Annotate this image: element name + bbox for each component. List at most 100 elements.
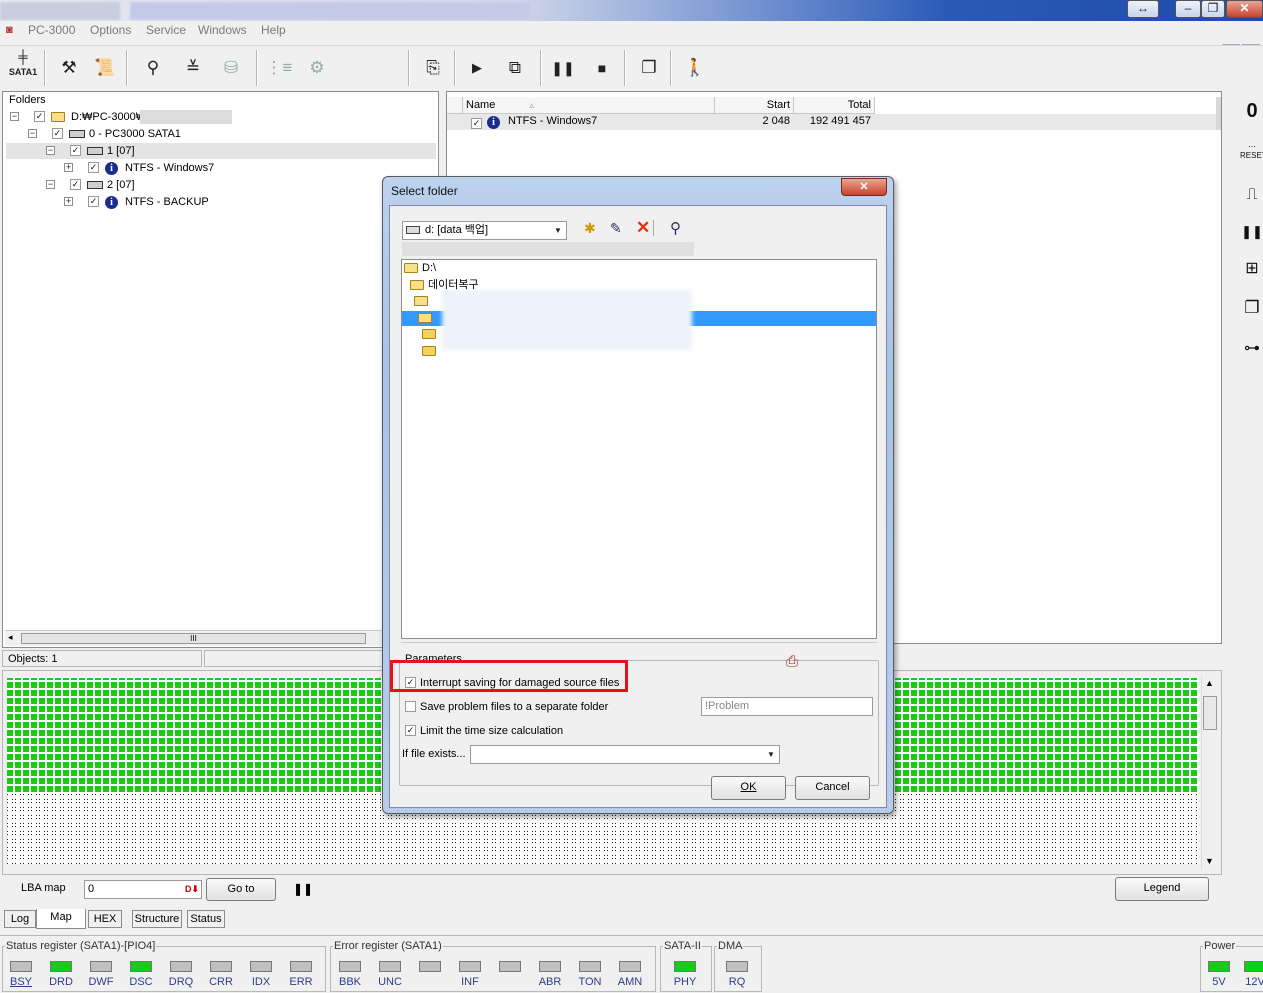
tree-item[interactable]: − ✓ 2 [07]: [6, 177, 436, 193]
resize-button[interactable]: ↔: [1127, 0, 1159, 18]
exit-icon[interactable]: 🚶: [680, 52, 710, 84]
problem-folder-input[interactable]: !Problem: [701, 697, 873, 716]
tree-item[interactable]: + ✓ i NTFS - Windows7: [6, 160, 436, 176]
tree-checkbox[interactable]: ✓: [52, 128, 63, 139]
folder-icon: [410, 279, 424, 290]
status-led: [379, 961, 401, 972]
scrollbar-thumb[interactable]: III: [21, 633, 366, 644]
tab-structure[interactable]: Structure: [132, 910, 182, 928]
folder-list-item[interactable]: [422, 326, 440, 342]
pause-icon[interactable]: ❚❚: [548, 52, 578, 84]
tree-checkbox[interactable]: ✓: [88, 162, 99, 173]
goto-button[interactable]: Go to: [206, 878, 276, 901]
folder-icon: [404, 263, 418, 274]
delete-icon[interactable]: ✕: [636, 218, 650, 238]
folder-list-item[interactable]: [418, 310, 436, 326]
scroll-left-icon[interactable]: ◂: [8, 632, 13, 643]
stop-icon[interactable]: ■: [587, 52, 617, 84]
expand-toggle-icon[interactable]: +: [64, 197, 73, 206]
export-icon[interactable]: ⎘: [418, 52, 448, 84]
lba-arrow-icon[interactable]: D⬇: [185, 881, 199, 898]
minimize-button[interactable]: –: [1175, 0, 1201, 18]
menu-bar: ◙ PC-3000 Options Service Windows Help –…: [0, 21, 1263, 59]
new-folder-icon[interactable]: ✱: [584, 220, 596, 237]
option-limit-time-checkbox[interactable]: ✓: [405, 725, 416, 737]
folder-list-item[interactable]: [422, 343, 440, 359]
binoculars-icon[interactable]: ⚲: [138, 52, 168, 84]
rename-icon[interactable]: ✎: [610, 220, 622, 237]
horizontal-scrollbar[interactable]: ◂ III: [5, 630, 437, 646]
disk-icon[interactable]: ⛁: [216, 52, 246, 84]
map-scrollbar[interactable]: ▲ ▼: [1201, 676, 1218, 869]
play-icon[interactable]: ▶: [462, 52, 492, 84]
tree-checkbox[interactable]: ✓: [88, 196, 99, 207]
folder-list-item[interactable]: D:\: [404, 260, 436, 276]
if-exists-select[interactable]: ▼: [470, 745, 780, 764]
map-scrollbar-thumb[interactable]: [1203, 696, 1217, 730]
tab-hex[interactable]: HEX: [88, 910, 122, 928]
chevron-down-icon[interactable]: ▼: [764, 747, 778, 762]
options-icon[interactable]: ⎙: [786, 653, 798, 670]
column-header-name[interactable]: Name ▵: [463, 97, 715, 114]
gear-tree-icon[interactable]: ⚙: [302, 52, 332, 84]
copy-pages-icon[interactable]: ❐: [1240, 298, 1263, 318]
row-checkbox[interactable]: ✓: [471, 116, 482, 130]
expand-toggle-icon[interactable]: +: [64, 163, 73, 172]
expand-toggle-icon[interactable]: −: [28, 129, 37, 138]
objects-count: Objects: 1: [8, 653, 58, 665]
ok-button[interactable]: OK: [711, 776, 786, 800]
expand-toggle-icon[interactable]: −: [46, 146, 55, 155]
table-row[interactable]: ✓ i NTFS - Windows7 2 048 192 491 457: [447, 114, 1221, 130]
tree-structure-icon[interactable]: ⋮≡: [264, 52, 294, 84]
menu-options[interactable]: Options: [90, 23, 131, 37]
connector-icon[interactable]: ⊶: [1240, 338, 1263, 358]
reset-icon[interactable]: ⋯RESET: [1240, 142, 1263, 160]
option-save-problem[interactable]: Save problem files to a separate folder: [405, 699, 608, 713]
tree-checkbox[interactable]: ✓: [70, 179, 81, 190]
step-signal-icon[interactable]: ⎍: [1240, 186, 1263, 204]
expand-toggle-icon[interactable]: −: [10, 112, 19, 121]
tree-checkbox[interactable]: ✓: [34, 111, 45, 122]
folder-list-item[interactable]: [414, 293, 432, 309]
close-button[interactable]: ✕: [1226, 0, 1263, 18]
flowchart-icon[interactable]: ⧉: [500, 52, 530, 84]
lba-input[interactable]: 0 D⬇: [84, 880, 202, 899]
maximize-button[interactable]: ❐: [1201, 0, 1225, 18]
drive-select[interactable]: d: [data 백업] ▼: [402, 221, 567, 240]
column-header-total[interactable]: Total: [794, 97, 875, 114]
tree-item[interactable]: − ✓ 1 [07]: [6, 143, 436, 159]
tools-icon[interactable]: ⚒: [54, 52, 84, 84]
tab-log[interactable]: Log: [4, 910, 36, 928]
menu-windows[interactable]: Windows: [198, 23, 247, 37]
counter-zero-icon[interactable]: 0: [1240, 100, 1263, 123]
map-pause-icon[interactable]: ❚❚: [293, 882, 313, 896]
scroll-down-icon[interactable]: ▼: [1205, 856, 1214, 866]
cancel-button[interactable]: Cancel: [795, 776, 870, 800]
tree-item[interactable]: + ✓ i NTFS - BACKUP: [6, 194, 436, 210]
expand-toggle-icon[interactable]: −: [46, 180, 55, 189]
tree-checkbox[interactable]: ✓: [70, 145, 81, 156]
tab-map[interactable]: Map: [36, 909, 86, 929]
tree-item[interactable]: − ✓ 0 - PC3000 SATA1: [6, 126, 436, 142]
copy-windows-icon[interactable]: ❐: [634, 52, 664, 84]
menu-help[interactable]: Help: [261, 23, 286, 37]
option-limit-time[interactable]: ✓ Limit the time size calculation: [405, 723, 563, 737]
side-pause-icon[interactable]: ❚❚: [1240, 224, 1263, 240]
search-folder-icon[interactable]: ⚲: [670, 219, 681, 237]
disk-layers-icon[interactable]: ≚: [178, 52, 208, 84]
legend-button[interactable]: Legend: [1115, 877, 1209, 901]
dialog-close-button[interactable]: ✕: [841, 178, 887, 196]
sata-port-icon[interactable]: ╪ SATA1: [6, 50, 40, 82]
menu-pc3000[interactable]: PC-3000: [28, 23, 75, 37]
chevron-down-icon[interactable]: ▼: [551, 223, 565, 238]
column-header-start[interactable]: Start: [715, 97, 794, 114]
folder-list-item[interactable]: 데이터복구: [410, 277, 479, 293]
folder-list[interactable]: D:\ 데이터복구: [401, 259, 877, 639]
bus-icon[interactable]: ⊞: [1240, 258, 1263, 278]
status-led-label: DRQ: [168, 976, 194, 988]
scroll-icon[interactable]: 📜: [90, 52, 120, 84]
tab-status[interactable]: Status: [187, 910, 225, 928]
scroll-up-icon[interactable]: ▲: [1205, 678, 1214, 688]
menu-service[interactable]: Service: [146, 23, 186, 37]
option-save-problem-checkbox[interactable]: [405, 701, 416, 713]
